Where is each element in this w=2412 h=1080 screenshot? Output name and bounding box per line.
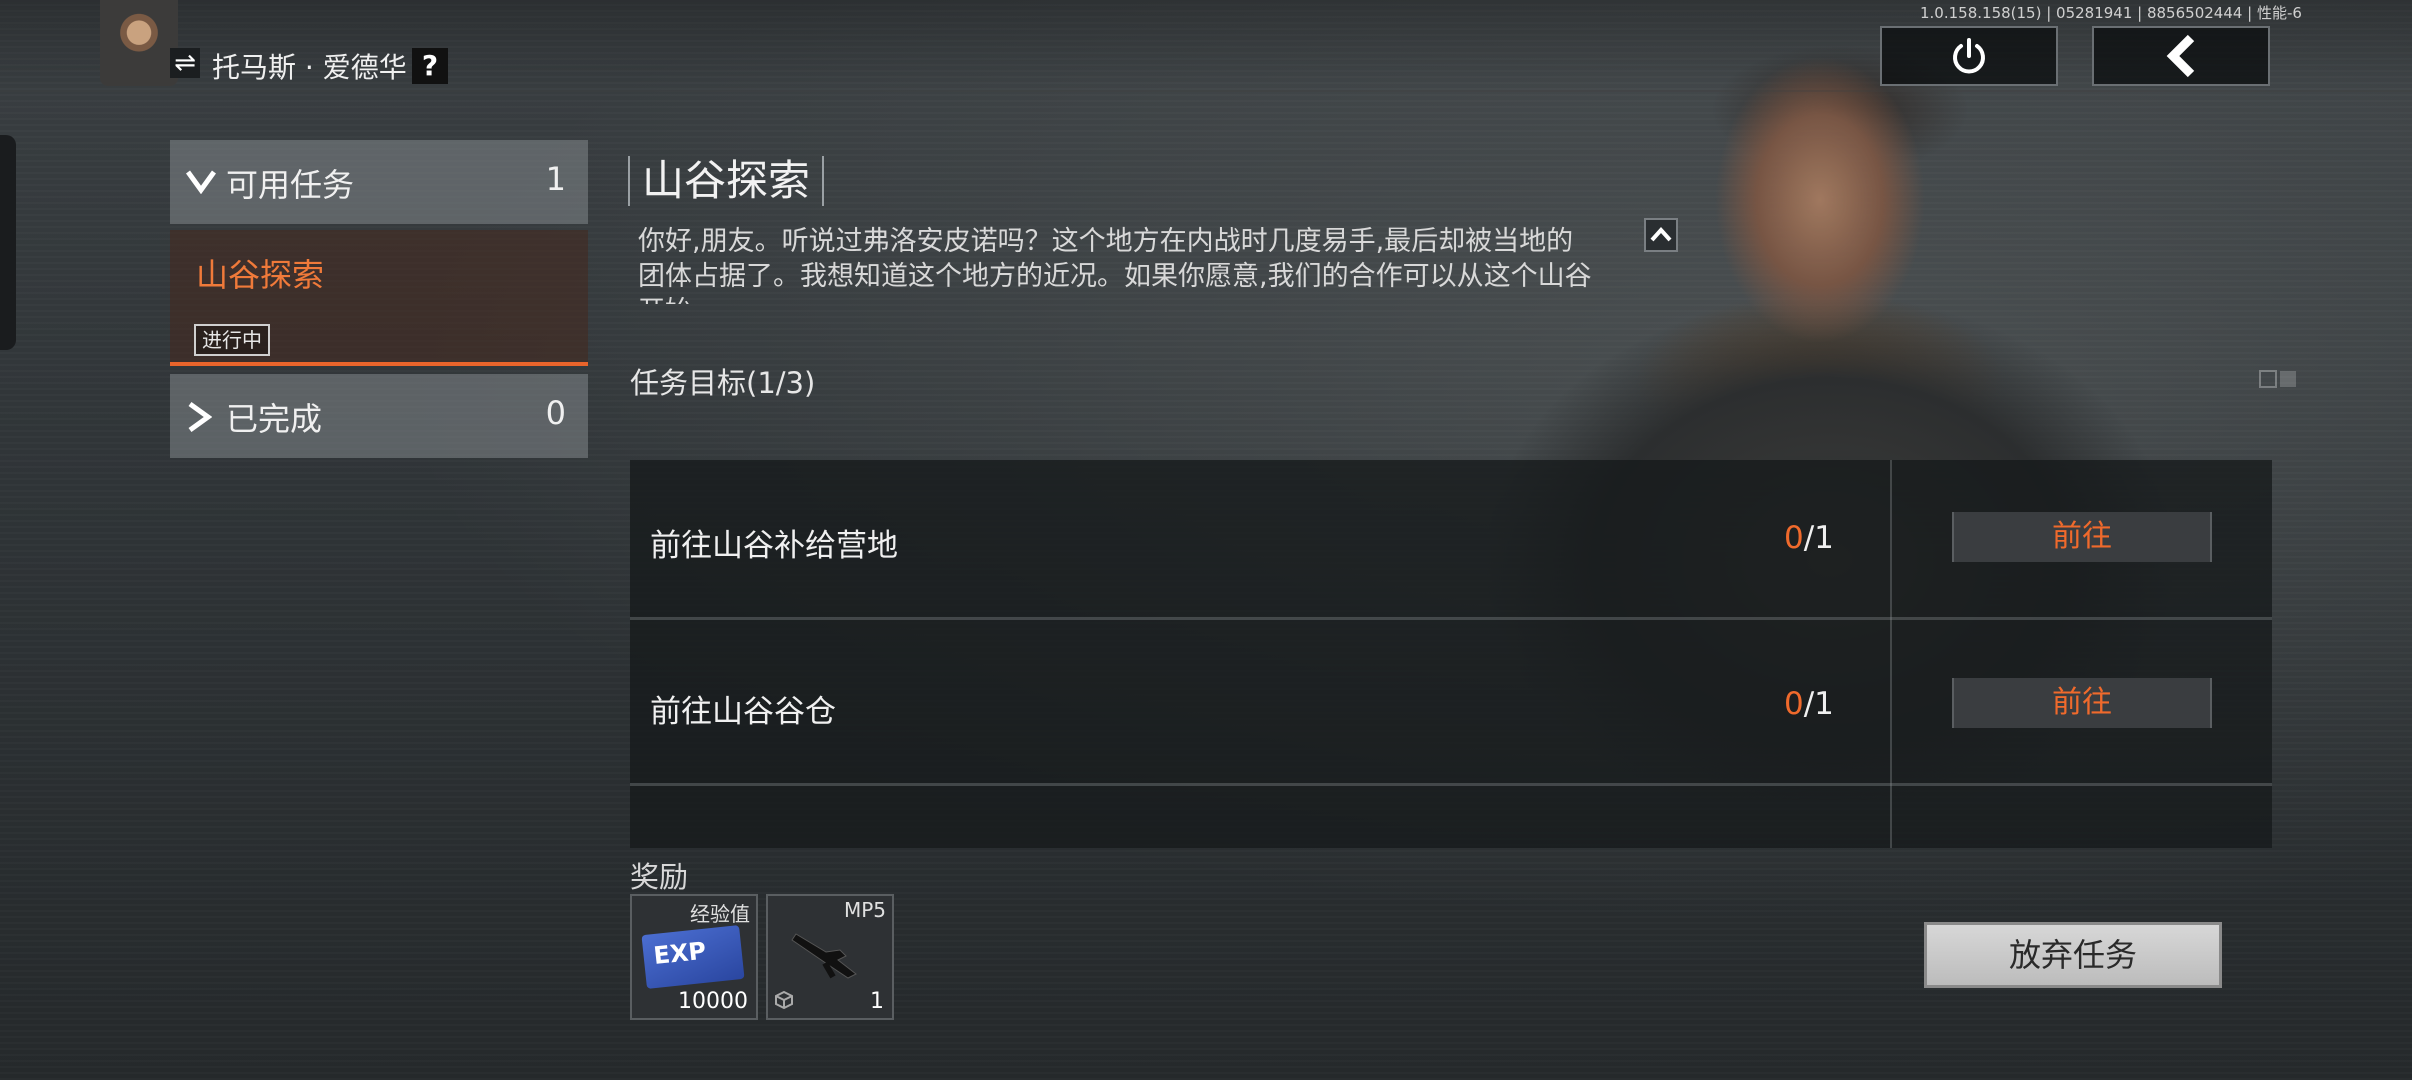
objective-name: 前往山谷补给营地 [650, 528, 898, 564]
abandon-quest-button[interactable]: 放弃任务 [1924, 922, 2222, 988]
objective-progress: 0/1 [1784, 520, 1834, 556]
chevron-down-icon [186, 170, 216, 194]
reward-qty: 10000 [678, 989, 748, 1014]
category-count: 0 [545, 394, 566, 432]
power-button[interactable] [1880, 26, 2058, 86]
reward-qty: 1 [870, 989, 884, 1014]
version-text: 1.0.158.158(15) | 05281941 | 8856502444 … [1920, 4, 2302, 22]
quest-title: 山谷探索 [642, 156, 811, 205]
exp-card-icon: EXP [641, 925, 745, 989]
objective-name: 前往山谷谷仓 [650, 694, 836, 730]
go-button[interactable]: 前往 [1952, 678, 2212, 728]
category-completed[interactable]: 已完成 0 [170, 374, 588, 458]
objectives-title: 任务目标(1/3) [630, 366, 816, 400]
objectives-table: 前往山谷补给营地 0/1 前往 前往山谷谷仓 0/1 前往 [630, 460, 2272, 848]
objective-progress: 0/1 [1784, 686, 1834, 722]
quest-description: 你好,朋友。听说过弗洛安皮诺吗？这个地方在内战时几度易手,最后却被当地的团体占据… [638, 226, 1592, 304]
back-button[interactable] [2092, 26, 2270, 86]
status-badge: 进行中 [194, 324, 270, 356]
chevron-up-icon [1650, 227, 1672, 242]
power-icon [1953, 38, 1985, 74]
help-icon[interactable]: ? [412, 48, 448, 84]
category-count: 1 [545, 160, 566, 198]
grid-icon [2259, 370, 2296, 388]
objective-row: 前往山谷补给营地 0/1 前往 [630, 460, 2272, 620]
rewards-label: 奖励 [630, 860, 689, 894]
objective-row [630, 792, 2272, 848]
reward-name: 经验值 [690, 902, 750, 926]
gun-icon [791, 933, 857, 979]
quest-item-name: 山谷探索 [196, 256, 325, 294]
box-icon [775, 990, 793, 1010]
quest-list-item[interactable]: 山谷探索 进行中 [170, 230, 588, 366]
reward-mp5[interactable]: MP5 1 [766, 894, 894, 1020]
npc-name: 托马斯 · 爱德华 [212, 51, 407, 84]
reward-name: MP5 [843, 898, 886, 922]
back-arrow-icon [2166, 34, 2195, 78]
collapse-button[interactable] [1644, 218, 1678, 252]
go-button[interactable]: 前往 [1952, 512, 2212, 562]
npc-avatar[interactable] [100, 0, 178, 86]
edge-handle[interactable] [0, 135, 16, 350]
category-available[interactable]: 可用任务 1 [170, 140, 588, 224]
reward-exp[interactable]: 经验值 EXP 10000 [630, 894, 758, 1020]
chevron-right-icon [188, 402, 212, 432]
category-label: 可用任务 [226, 166, 355, 204]
objective-row: 前往山谷谷仓 0/1 前往 [630, 626, 2272, 786]
quest-title-frame: 山谷探索 [628, 156, 825, 206]
category-label: 已完成 [226, 400, 323, 438]
swap-icon[interactable]: ⇌ [170, 48, 200, 78]
